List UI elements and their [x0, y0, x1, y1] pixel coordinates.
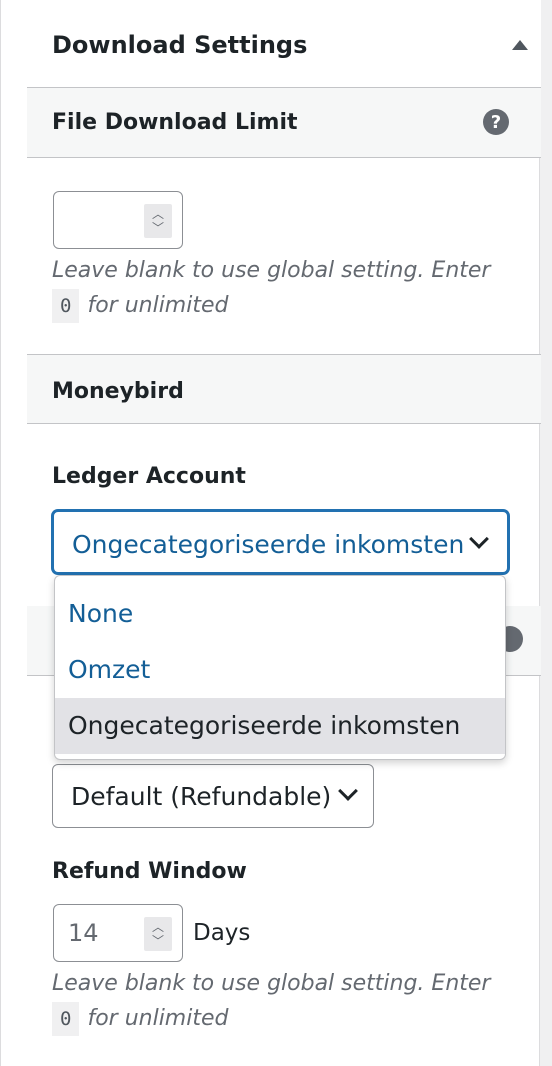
dropdown-option-omzet[interactable]: Omzet: [55, 642, 505, 698]
ledger-account-select[interactable]: Ongecategoriseerde inkomsten: [52, 510, 509, 574]
refund-status-select[interactable]: Default (Refundable): [52, 764, 374, 828]
file-download-limit-heading: File Download Limit: [52, 110, 298, 135]
spinner-down-icon[interactable]: ﹀: [152, 934, 164, 948]
refund-window-input[interactable]: 14 ︿ ﹀: [53, 904, 183, 962]
ledger-account-label: Ledger Account: [52, 464, 246, 489]
download-settings-panel: Download Settings File Download Limit ? …: [0, 0, 541, 1066]
spinner-up-icon[interactable]: ︿: [152, 207, 164, 221]
help-code-chip: 0: [52, 1002, 80, 1036]
help-text-prefix: Leave blank to use global setting. Enter: [52, 258, 491, 283]
refund-window-value: 14: [68, 919, 99, 947]
help-icon[interactable]: ?: [483, 109, 509, 135]
help-text-suffix: for unlimited: [87, 1006, 229, 1031]
moneybird-heading: Moneybird: [52, 379, 184, 404]
help-text-prefix: Leave blank to use global setting. Enter: [52, 971, 491, 996]
download-limit-input[interactable]: ︿ ﹀: [53, 191, 183, 249]
number-spinner[interactable]: ︿ ﹀: [144, 204, 172, 238]
dropdown-option-ongecategoriseerde[interactable]: Ongecategoriseerde inkomsten: [55, 698, 505, 754]
dropdown-option-none[interactable]: None: [55, 586, 505, 642]
chevron-down-icon: [469, 529, 489, 549]
refund-window-label: Refund Window: [52, 859, 247, 884]
spinner-up-icon[interactable]: ︿: [152, 920, 164, 934]
ledger-account-dropdown[interactable]: None Omzet Ongecategoriseerde inkomsten: [54, 575, 506, 760]
download-limit-help: Leave blank to use global setting. Enter…: [52, 253, 512, 323]
help-code-chip: 0: [52, 289, 80, 323]
spinner-down-icon[interactable]: ﹀: [152, 221, 164, 235]
panel-title: Download Settings: [52, 31, 308, 59]
moneybird-header: Moneybird: [27, 354, 541, 424]
refund-status-selected: Default (Refundable): [71, 782, 332, 811]
chevron-down-icon: [338, 781, 358, 801]
panel-header[interactable]: Download Settings: [27, 0, 541, 88]
collapse-arrow-icon[interactable]: [512, 40, 528, 50]
number-spinner[interactable]: ︿ ﹀: [144, 917, 172, 951]
help-text-suffix: for unlimited: [87, 293, 229, 318]
refund-window-help: Leave blank to use global setting. Enter…: [52, 966, 512, 1036]
refund-window-unit: Days: [193, 920, 251, 946]
file-download-limit-header: File Download Limit ?: [27, 88, 541, 158]
ledger-account-selected: Ongecategoriseerde inkomsten: [72, 530, 465, 559]
